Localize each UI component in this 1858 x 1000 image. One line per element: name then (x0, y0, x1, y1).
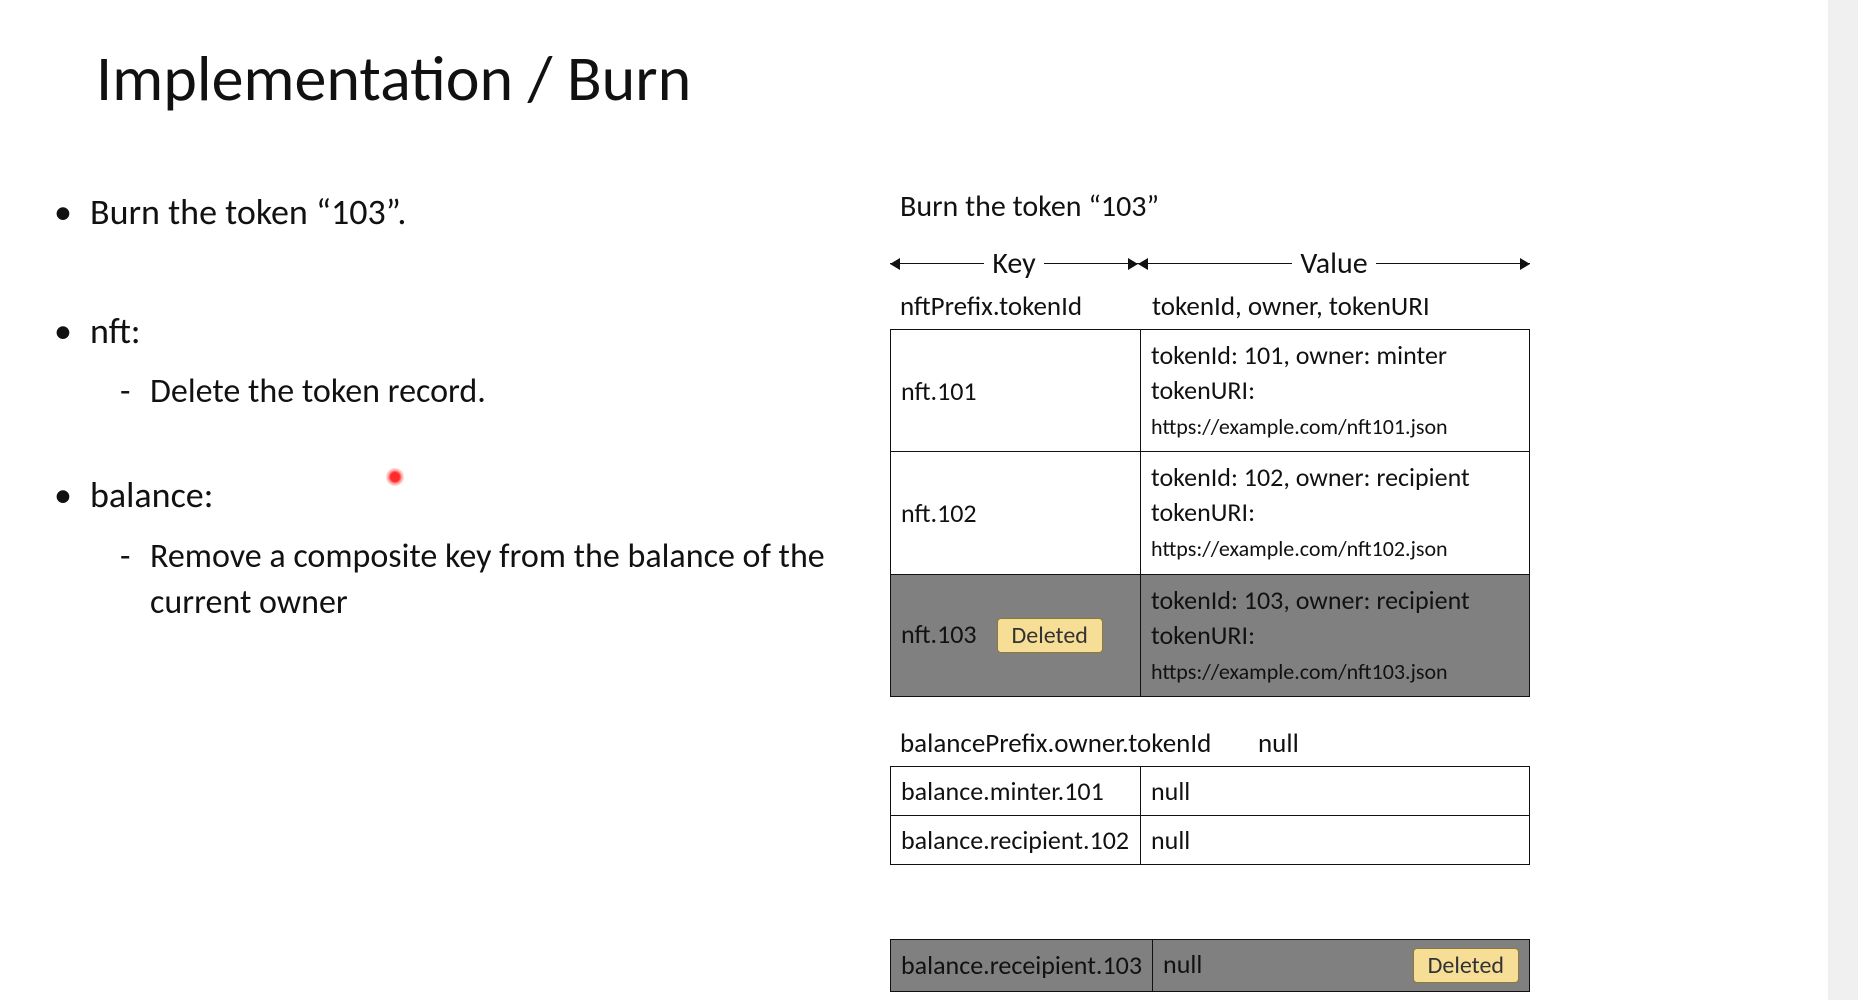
arrow-left-icon (1138, 263, 1292, 264)
bullet-2: nft: Delete the token record. (60, 307, 870, 415)
bullet-list: Burn the token “103”. nft: Delete the to… (60, 188, 870, 625)
kv-header-value: Value (1138, 245, 1530, 282)
value-line-2: tokenURI: https://example.com/nft103.jso… (1151, 618, 1519, 688)
cell-value: null Deleted (1153, 939, 1530, 991)
cell-value: tokenId: 101, owner: minter tokenURI: ht… (1141, 330, 1530, 452)
right-column: Burn the token “103” Key Value nftPrefix… (870, 188, 1798, 992)
value-uri: https://example.com/nft101.json (1151, 413, 1448, 440)
value-line-2: tokenURI: https://example.com/nft101.jso… (1151, 373, 1519, 443)
table-row: balance.recipient.102 null (891, 815, 1530, 864)
cell-key-text: nft.103 (901, 618, 977, 650)
arrow-right-icon (1376, 263, 1530, 264)
bullet-1-text: Burn the token “103”. (90, 190, 407, 234)
bullet-2-sub-1: Delete the token record. (120, 369, 870, 415)
balance-deleted-table: balance.receipient.103 null Deleted (890, 939, 1530, 992)
bullet-2-sublist: Delete the token record. (120, 369, 870, 415)
slide-gutter (1828, 0, 1858, 1000)
table-row: nft.101 tokenId: 101, owner: minter toke… (891, 330, 1530, 452)
table-row: nft.102 tokenId: 102, owner: recipient t… (891, 452, 1530, 574)
bullet-2-sub-1-text: Delete the token record. (150, 371, 486, 412)
table-row-deleted: balance.receipient.103 null Deleted (891, 939, 1530, 991)
cell-value: tokenId: 102, owner: recipient tokenURI:… (1141, 452, 1530, 574)
kv-header-value-label: Value (1292, 245, 1375, 282)
cell-value: null (1141, 766, 1530, 815)
cell-key: balance.receipient.103 (891, 939, 1153, 991)
bullet-3-sublist: Remove a composite key from the balance … (120, 534, 870, 626)
bullet-3-sub-1: Remove a composite key from the balance … (120, 534, 870, 626)
bullet-1: Burn the token “103”. (60, 188, 870, 237)
value-uri-label: tokenURI: (1151, 496, 1255, 528)
value-line-1: tokenId: 103, owner: recipient (1151, 583, 1519, 618)
slide: Implementation / Burn Burn the token “10… (0, 0, 1858, 1000)
columns: Burn the token “103”. nft: Delete the to… (60, 188, 1798, 992)
nft-schema-key: nftPrefix.tokenId (900, 290, 1152, 323)
cell-key: nft.103 Deleted (891, 574, 1141, 696)
kv-header-key: Key (890, 245, 1138, 282)
value-line-1: tokenId: 102, owner: recipient (1151, 460, 1519, 495)
value-uri-label: tokenURI: (1151, 374, 1255, 406)
balance-schema-value: null (1258, 727, 1798, 760)
balance-schema-key: balancePrefix.owner.tokenId (900, 727, 1258, 760)
value-line-1: tokenId: 101, owner: minter (1151, 338, 1519, 373)
cell-key: nft.101 (891, 330, 1141, 452)
table-row: balance.minter.101 null (891, 766, 1530, 815)
nft-schema-value: tokenId, owner, tokenURI (1152, 290, 1798, 323)
slide-title: Implementation / Burn (96, 40, 1798, 118)
balance-schema-row: balancePrefix.owner.tokenId null (900, 727, 1798, 760)
nft-table: nft.101 tokenId: 101, owner: minter toke… (890, 329, 1530, 697)
arrow-left-icon (890, 263, 984, 264)
deleted-badge: Deleted (1413, 948, 1519, 983)
deleted-badge: Deleted (997, 618, 1103, 653)
bullet-2-text: nft: (90, 309, 141, 353)
diagram-title: Burn the token “103” (900, 188, 1798, 225)
balance-table: balance.minter.101 null balance.recipien… (890, 766, 1530, 865)
bullet-3-sub-1-text: Remove a composite key from the balance … (150, 536, 825, 623)
bullet-3-text: balance: (90, 473, 213, 517)
laser-pointer-icon (386, 468, 404, 486)
cell-value: tokenId: 103, owner: recipient tokenURI:… (1141, 574, 1530, 696)
table-row-deleted: nft.103 Deleted tokenId: 103, owner: rec… (891, 574, 1530, 696)
kv-header-key-label: Key (984, 245, 1043, 282)
cell-value: null (1141, 815, 1530, 864)
kv-header: Key Value (890, 245, 1798, 282)
nft-schema-row: nftPrefix.tokenId tokenId, owner, tokenU… (900, 290, 1798, 323)
value-uri: https://example.com/nft102.json (1151, 535, 1448, 562)
cell-key: balance.recipient.102 (891, 815, 1141, 864)
value-uri: https://example.com/nft103.json (1151, 658, 1448, 685)
bullet-3: balance: Remove a composite key from the… (60, 471, 870, 625)
value-uri-label: tokenURI: (1151, 619, 1255, 651)
arrow-right-icon (1044, 263, 1138, 264)
value-line-2: tokenURI: https://example.com/nft102.jso… (1151, 495, 1519, 565)
cell-value-text: null (1163, 948, 1202, 980)
cell-key: balance.minter.101 (891, 766, 1141, 815)
left-column: Burn the token “103”. nft: Delete the to… (60, 188, 870, 992)
cell-key: nft.102 (891, 452, 1141, 574)
